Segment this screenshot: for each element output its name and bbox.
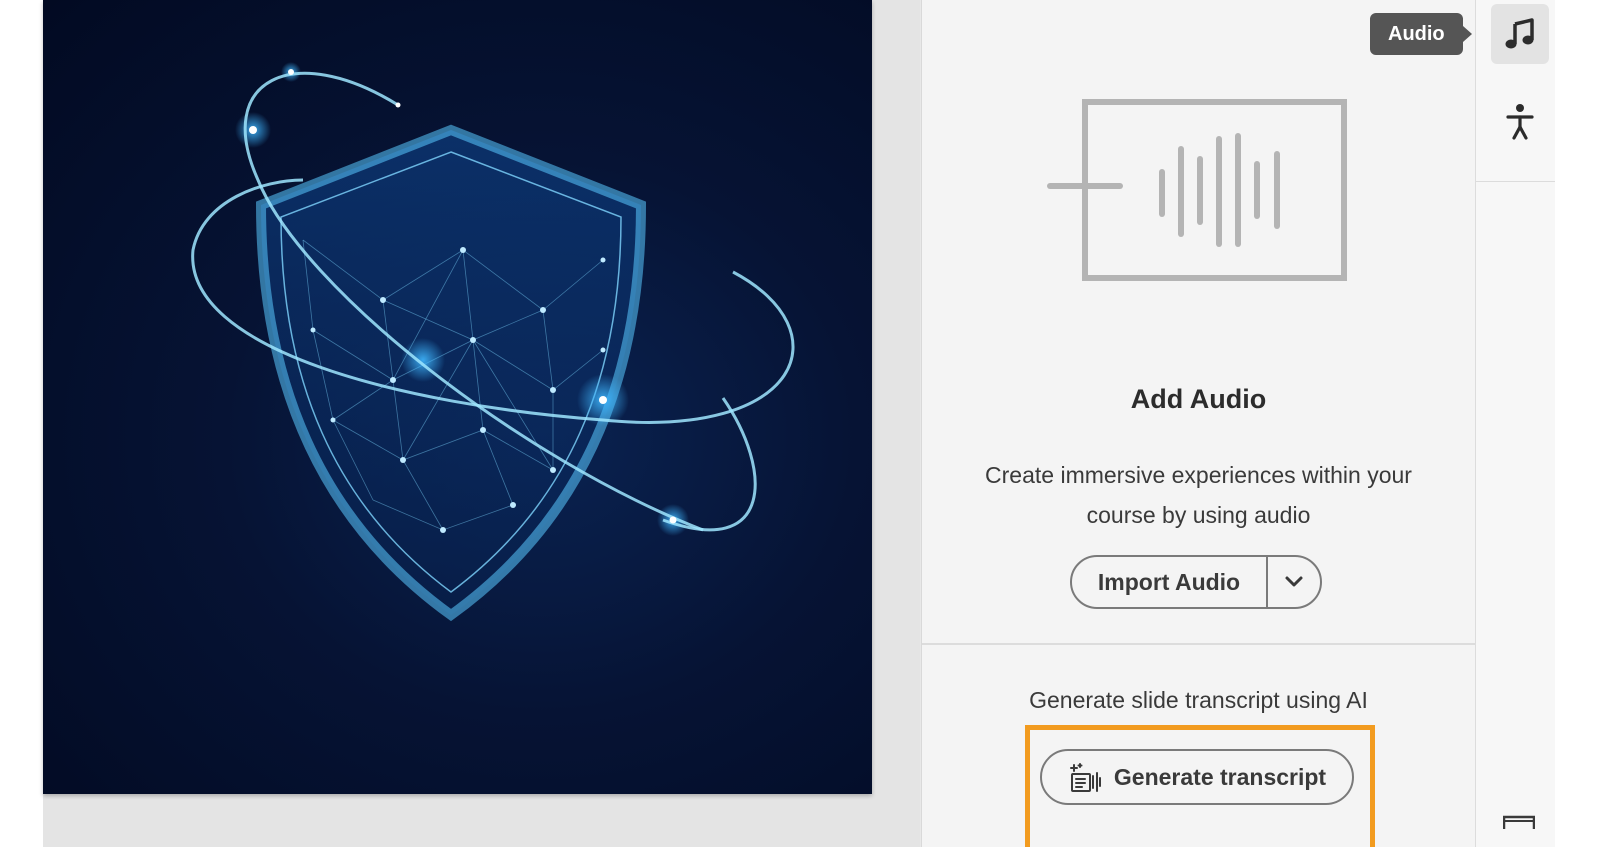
cyber-shield-illustration [191,62,795,622]
panel-title: Add Audio [1130,384,1267,414]
add-audio-illustration [1047,99,1347,281]
rail-accessibility-button[interactable] [1491,92,1549,152]
rail-divider [1476,181,1556,182]
generate-transcript-button[interactable]: Generate transcript [1040,749,1354,805]
transcript-prompt: Generate slide transcript using AI [1029,687,1368,713]
left-gutter [0,0,43,847]
import-audio-dropdown[interactable] [1268,557,1320,607]
slide-image[interactable] [43,0,872,794]
rail-audio-button[interactable] [1491,4,1549,64]
panel-description: Create immersive experiences within your… [985,462,1412,528]
audio-panel: Add Audio Create immersive experiences w… [921,0,1475,847]
generate-transcript-label: Generate transcript [1113,763,1327,790]
panel-icon[interactable] [1503,815,1535,829]
import-audio-split-button: Import Audio [1070,555,1322,609]
chevron-down-icon [1285,576,1303,587]
right-tool-rail [1475,0,1556,847]
audio-tooltip: Audio [1370,13,1472,55]
music-note-icon [1505,18,1534,49]
accessibility-icon [1506,104,1534,140]
import-audio-button[interactable]: Import Audio [1072,557,1268,607]
slide-canvas-area [43,0,920,847]
ai-transcript-icon [1069,763,1101,792]
panel-divider [922,643,1475,645]
right-gutter [1555,0,1600,847]
